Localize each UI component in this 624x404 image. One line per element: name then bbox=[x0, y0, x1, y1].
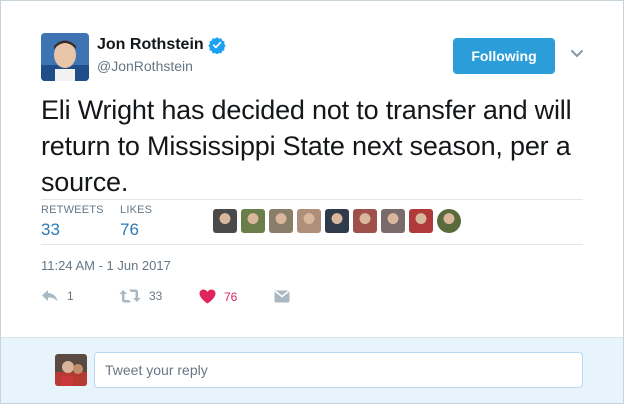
author-handle[interactable]: @JonRothstein bbox=[97, 58, 193, 74]
envelope-icon bbox=[274, 290, 290, 303]
current-user-avatar[interactable] bbox=[55, 354, 87, 386]
liked-by-avatar[interactable] bbox=[241, 209, 265, 233]
author-name-row: Jon Rothstein bbox=[97, 36, 226, 54]
liked-by-avatar[interactable] bbox=[353, 209, 377, 233]
reply-action[interactable]: 1 bbox=[41, 289, 74, 303]
retweet-count: 33 bbox=[149, 289, 163, 303]
liked-by-avatar[interactable] bbox=[325, 209, 349, 233]
divider bbox=[41, 244, 583, 245]
reply-icon bbox=[42, 290, 58, 302]
retweet-icon bbox=[119, 289, 141, 303]
verified-badge-icon bbox=[207, 37, 226, 54]
liked-by-avatar[interactable] bbox=[269, 209, 293, 233]
tweet-card: Jon Rothstein @JonRothstein Following El… bbox=[0, 0, 624, 404]
direct-message-action[interactable] bbox=[274, 289, 290, 303]
liked-by-avatar[interactable] bbox=[381, 209, 405, 233]
retweets-label: RETWEETS bbox=[41, 204, 104, 216]
liked-by-avatar[interactable] bbox=[437, 209, 461, 233]
like-action[interactable]: 76 bbox=[199, 289, 237, 304]
heart-icon bbox=[199, 289, 216, 304]
divider bbox=[41, 199, 583, 200]
reply-input[interactable] bbox=[94, 352, 583, 388]
retweet-action[interactable]: 33 bbox=[119, 289, 162, 303]
author-avatar[interactable] bbox=[41, 33, 89, 81]
retweets-stat[interactable]: RETWEETS 33 bbox=[41, 204, 104, 240]
retweets-value: 33 bbox=[41, 220, 60, 239]
liked-by-avatars bbox=[213, 209, 461, 233]
reply-count: 1 bbox=[67, 289, 74, 303]
reply-bar bbox=[1, 337, 623, 403]
liked-by-avatar[interactable] bbox=[409, 209, 433, 233]
likes-label: LIKES bbox=[120, 204, 153, 216]
tweet-timestamp[interactable]: 11:24 AM - 1 Jun 2017 bbox=[41, 258, 171, 273]
likes-stat[interactable]: LIKES 76 bbox=[120, 204, 152, 240]
author-name[interactable]: Jon Rothstein bbox=[97, 36, 204, 54]
likes-value: 76 bbox=[120, 220, 139, 239]
like-count: 76 bbox=[224, 289, 238, 304]
tweet-text: Eli Wright has decided not to transfer a… bbox=[41, 95, 572, 197]
chevron-down-icon[interactable] bbox=[569, 45, 585, 61]
following-button[interactable]: Following bbox=[453, 38, 555, 74]
liked-by-avatar[interactable] bbox=[297, 209, 321, 233]
liked-by-avatar[interactable] bbox=[213, 209, 237, 233]
